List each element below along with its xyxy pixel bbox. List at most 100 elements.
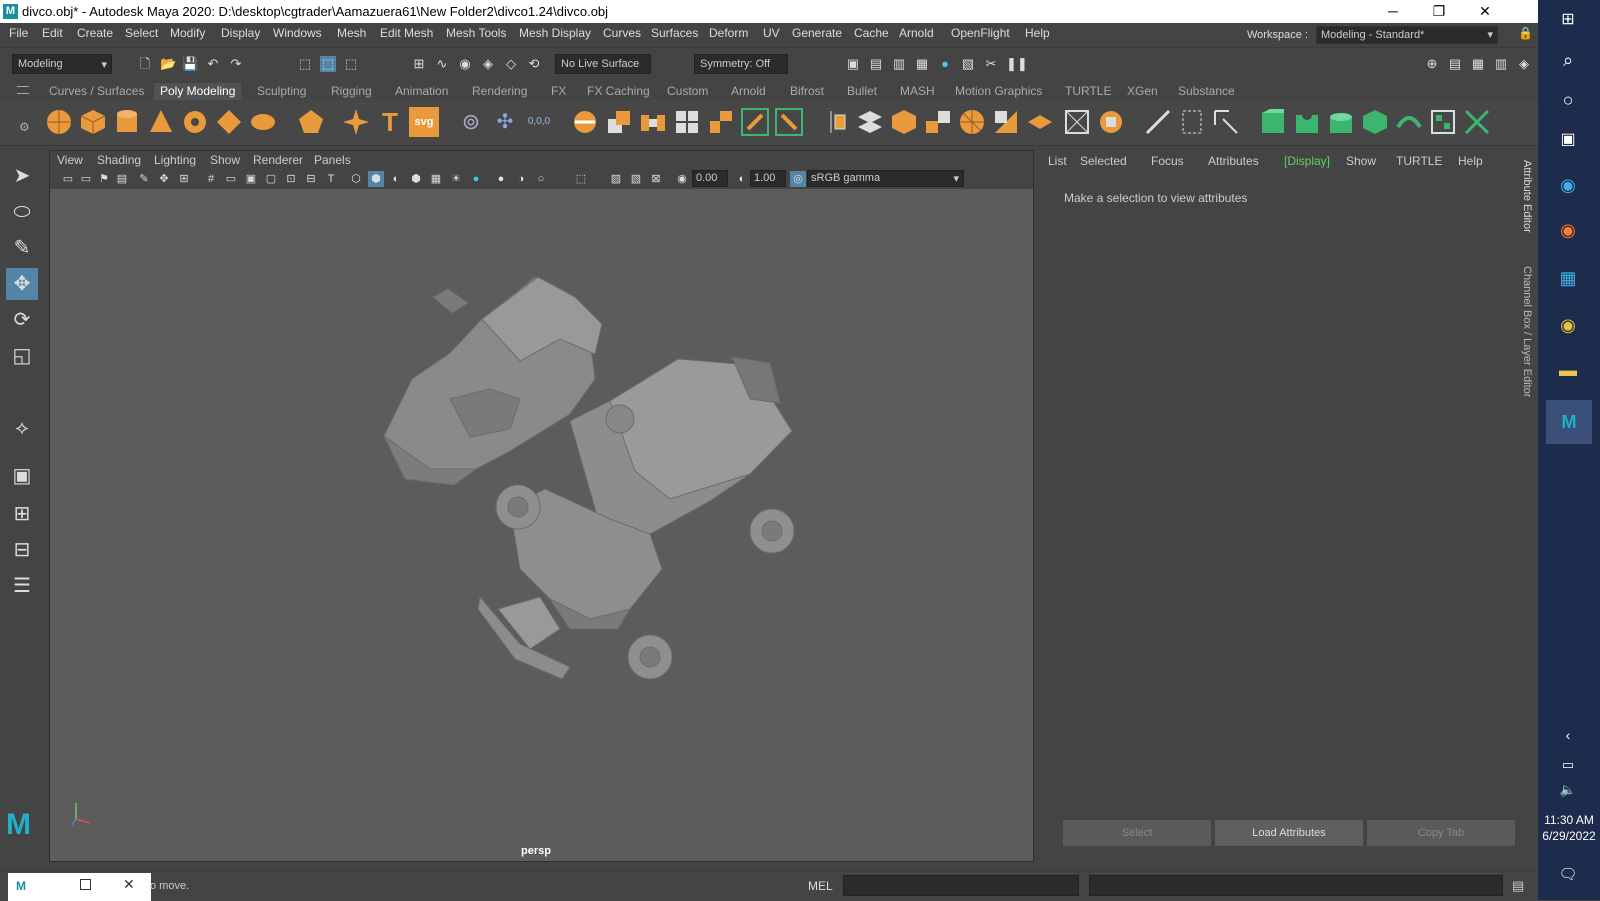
bridge-icon[interactable] (638, 107, 668, 137)
sculpt-tool-icon[interactable]: ⊚ (456, 107, 486, 137)
scale-tool-icon[interactable]: ◱ (6, 340, 38, 372)
extract-icon[interactable] (923, 107, 953, 137)
attr-menu-attributes[interactable]: Attributes (1208, 154, 1259, 168)
tab-custom[interactable]: Custom (667, 84, 708, 98)
menu-edit-mesh[interactable]: Edit Mesh (380, 26, 433, 40)
attr-menu-display[interactable]: [Display] (1284, 154, 1330, 168)
2d-pan-zoom-icon[interactable]: ✥ (156, 171, 172, 187)
taskbar-clock[interactable]: 11:30 AM 6/29/2022 (1538, 812, 1600, 844)
poly-cube-icon[interactable] (78, 107, 108, 137)
cylindrical-map-icon[interactable] (1326, 107, 1356, 137)
separate-icon[interactable] (889, 107, 919, 137)
symmetry-select[interactable]: Symmetry: Off (694, 54, 788, 74)
fill-hole-icon[interactable] (1062, 107, 1092, 137)
snap-surface-icon[interactable]: ◇ (503, 56, 519, 72)
single-perspective-layout-icon[interactable]: ▣ (6, 460, 38, 492)
safe-action-icon[interactable]: ⊟ (303, 171, 319, 187)
tab-fx[interactable]: FX (551, 84, 566, 98)
four-view-layout-icon[interactable]: ⊞ (6, 498, 38, 530)
tools-icon[interactable]: ✂ (983, 56, 999, 72)
menu-mesh-display[interactable]: Mesh Display (519, 26, 591, 40)
mel-command-input[interactable] (843, 875, 1079, 896)
file-explorer-icon[interactable]: ▬ (1553, 355, 1583, 385)
super-shape-icon[interactable] (341, 107, 371, 137)
extrude-icon[interactable] (604, 107, 634, 137)
smooth-shade-icon[interactable]: ⬢ (368, 171, 384, 187)
snap-grid-icon[interactable]: ⊞ (411, 56, 427, 72)
cortana-icon[interactable]: ○ (1553, 85, 1583, 115)
poly-torus-icon[interactable] (180, 107, 210, 137)
maya-taskbar-icon[interactable]: M (1546, 400, 1592, 444)
menu-deform[interactable]: Deform (709, 26, 748, 40)
xray-icon[interactable]: ▨ (608, 171, 624, 187)
channel-box-icon[interactable]: ▥ (1493, 56, 1509, 72)
attr-menu-focus[interactable]: Focus (1151, 154, 1184, 168)
boolean-icon[interactable] (855, 107, 885, 137)
grid-toggle-icon[interactable]: ⊞ (176, 171, 192, 187)
persp-outliner-layout-icon[interactable]: ⊟ (6, 534, 38, 566)
tab-channel-box[interactable]: Channel Box / Layer Editor (1521, 266, 1533, 397)
insert-edge-loop-icon[interactable] (1096, 107, 1126, 137)
open-scene-icon[interactable]: 📂 (160, 56, 176, 72)
pause-icon[interactable]: ❚❚ (1006, 56, 1028, 72)
automatic-map-icon[interactable] (1360, 107, 1390, 137)
store-icon[interactable]: ▦ (1553, 263, 1583, 293)
tab-fx-caching[interactable]: FX Caching (587, 84, 650, 98)
uv-editor-icon[interactable] (1258, 107, 1288, 137)
minimize-button[interactable]: ─ (1370, 0, 1416, 23)
new-scene-icon[interactable]: 🗋 (137, 56, 153, 72)
multi-cut-icon[interactable] (706, 107, 736, 137)
combine-icon[interactable]: ✣ (490, 107, 520, 137)
tab-rendering[interactable]: Rendering (472, 84, 527, 98)
windows-start-icon[interactable]: ⊞ (1553, 5, 1583, 35)
poly-sphere-icon[interactable] (44, 107, 74, 137)
select-tool-icon[interactable]: ➤ (6, 160, 38, 192)
cut-uv-icon[interactable] (1462, 107, 1492, 137)
task-view-icon[interactable]: ▣ (1553, 125, 1583, 155)
exposure-icon[interactable]: ◉ (674, 171, 690, 187)
script-editor-icon[interactable]: ▤ (1512, 878, 1524, 894)
connect-icon[interactable] (774, 107, 804, 137)
edit-edge-flow-icon[interactable] (1143, 107, 1173, 137)
resolution-gate-icon[interactable]: ▣ (243, 171, 259, 187)
restore-mini-icon[interactable] (80, 879, 91, 890)
snap-point-icon[interactable]: ◉ (457, 56, 473, 72)
viewport-menu-panels[interactable]: Panels (314, 153, 351, 167)
select-component-icon[interactable]: ⬚ (343, 56, 359, 72)
planar-map-icon[interactable] (1292, 107, 1322, 137)
menu-select[interactable]: Select (125, 26, 158, 40)
render-sequence-icon[interactable]: ▧ (960, 56, 976, 72)
ambient-occlusion-icon[interactable]: ● (493, 171, 509, 187)
tab-poly-modeling[interactable]: Poly Modeling (154, 83, 242, 100)
layout-uv-icon[interactable] (1428, 107, 1458, 137)
edge-icon[interactable]: ◉ (1553, 170, 1583, 200)
attribute-editor-toggle-icon[interactable]: ▤ (1447, 56, 1463, 72)
viewport-menu-shading[interactable]: Shading (97, 153, 141, 167)
type-tool-icon[interactable]: T (375, 107, 405, 137)
poly-cylinder-icon[interactable] (112, 107, 142, 137)
isolate-select-icon[interactable]: ⬚ (573, 171, 589, 187)
default-material-icon[interactable]: ◐ (388, 171, 404, 187)
undo-icon[interactable]: ↶ (205, 56, 221, 72)
textured-icon[interactable]: ▦ (428, 171, 444, 187)
workspace-select[interactable]: Modeling - Standard* ▾ (1316, 26, 1498, 44)
tab-attribute-editor[interactable]: Attribute Editor (1521, 160, 1533, 233)
tab-turtle[interactable]: TURTLE (1065, 84, 1111, 98)
exposure-field[interactable]: 0.00 (692, 170, 728, 187)
menu-generate[interactable]: Generate (792, 26, 842, 40)
rotate-tool-icon[interactable]: ⟳ (6, 304, 38, 336)
chrome-icon[interactable]: ◉ (1553, 310, 1583, 340)
menu-openflight[interactable]: OpenFlight (951, 26, 1010, 40)
tab-curves-surfaces[interactable]: Curves / Surfaces (49, 84, 144, 98)
snap-live-icon[interactable]: ⟲ (526, 56, 542, 72)
snap-curve-icon[interactable]: ∿ (434, 56, 450, 72)
shelf-settings-icon[interactable]: ⚙ (19, 120, 30, 134)
hypershade-icon[interactable]: ▦ (914, 56, 930, 72)
tab-substance[interactable]: Substance (1178, 84, 1235, 98)
attr-menu-list[interactable]: List (1048, 154, 1067, 168)
select-button[interactable]: Select (1063, 820, 1211, 846)
minimized-window[interactable]: M ✕ (8, 873, 151, 901)
viewport-menu-view[interactable]: View (57, 153, 83, 167)
wireframe-icon[interactable]: ⬡ (348, 171, 364, 187)
tab-rigging[interactable]: Rigging (331, 84, 372, 98)
